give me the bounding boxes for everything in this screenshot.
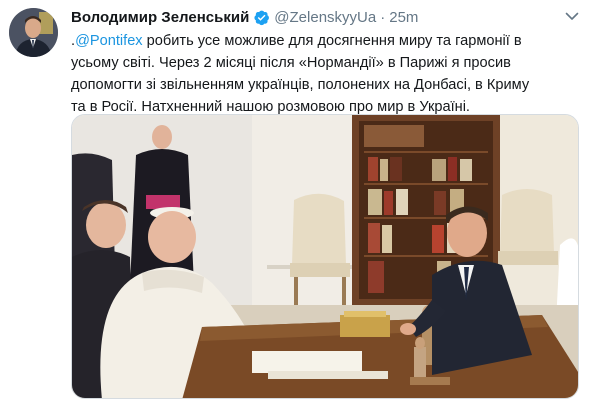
mention-link[interactable]: @Pontifex bbox=[75, 33, 143, 49]
author-handle[interactable]: @ZelenskyyUa bbox=[274, 9, 376, 26]
verified-badge-icon bbox=[253, 9, 270, 26]
separator-dot: · bbox=[380, 8, 386, 26]
tweet[interactable]: Володимир Зеленський @ZelenskyyUa · 25m … bbox=[0, 0, 591, 408]
tweet-text: .@Pontifex робить усе можливе для досягн… bbox=[71, 30, 541, 118]
tweet-photo[interactable] bbox=[71, 114, 579, 399]
tweet-header: Володимир Зеленський @ZelenskyyUa · 25m bbox=[71, 6, 418, 28]
tweet-timestamp[interactable]: 25m bbox=[389, 9, 418, 26]
author-name[interactable]: Володимир Зеленський bbox=[71, 9, 249, 26]
avatar[interactable] bbox=[9, 8, 58, 57]
chevron-down-icon[interactable] bbox=[563, 7, 581, 25]
